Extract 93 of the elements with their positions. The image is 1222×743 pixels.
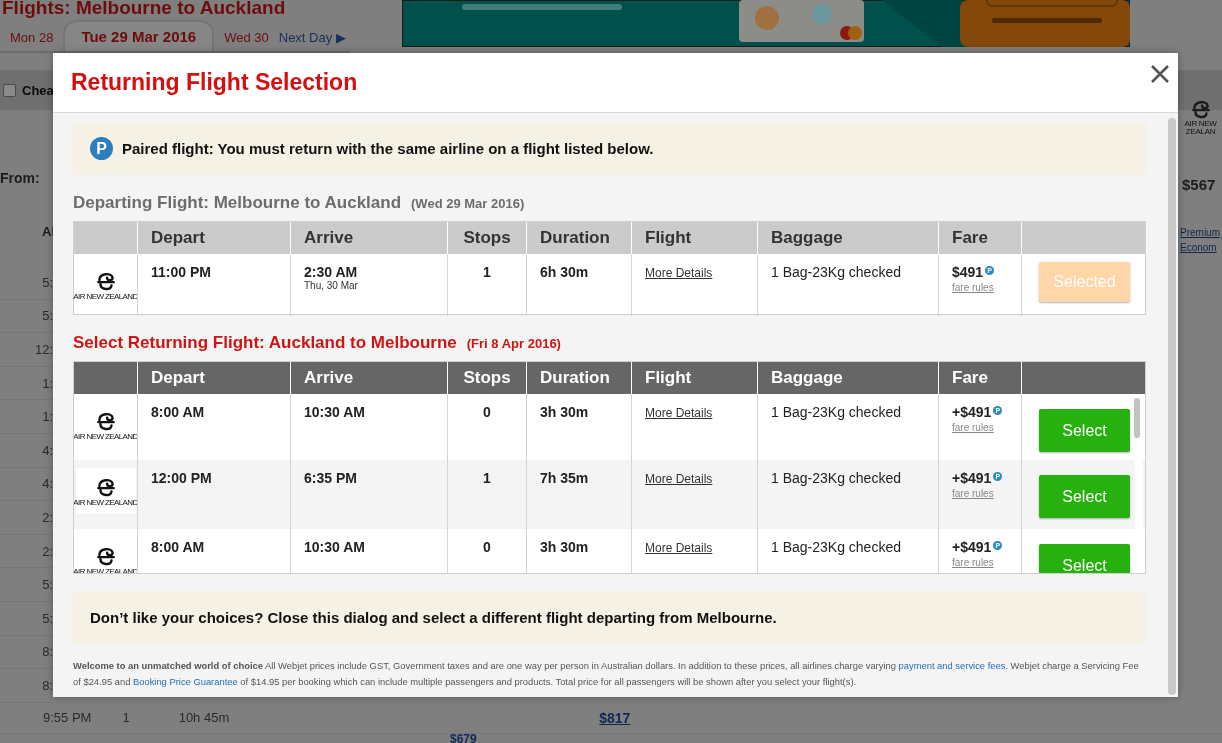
- fare-rules-link[interactable]: fare rules: [952, 557, 1021, 568]
- column-header: Stops: [463, 368, 511, 388]
- duration: 3h 30m: [540, 404, 589, 420]
- duration: 3h 30m: [540, 539, 589, 555]
- details-link[interactable]: More Details: [645, 541, 713, 555]
- from-label: From:: [0, 170, 41, 186]
- arrival-date: Thu, 30 Mar: [304, 280, 359, 291]
- departure-time: 11:00 PM: [151, 264, 211, 280]
- section-date: (Fri 8 Apr 2016): [466, 336, 561, 351]
- column-header: Baggage: [771, 368, 843, 388]
- select-button[interactable]: Select: [1039, 409, 1130, 452]
- paired-notice: Paired flight: You must return with the same airline on a flight listed below.: [122, 140, 654, 157]
- section-date: (Wed 29 Mar 2016): [411, 196, 525, 211]
- details-link[interactable]: More Details: [645, 472, 713, 486]
- duration: 7h 35m: [540, 470, 589, 486]
- dialog-title: Returning Flight Selection: [71, 69, 358, 96]
- column-header: Depart: [151, 228, 205, 248]
- departure-time: 8:00 AM: [151, 539, 205, 555]
- section-heading: Select Returning Flight: Auckland to Melbourne: [73, 333, 457, 353]
- departure-time: 2:: [42, 509, 53, 525]
- price: $567: [1181, 176, 1216, 193]
- column-header: Fare: [952, 368, 988, 388]
- departure-time: 4:: [42, 476, 53, 492]
- departure-time: 9:55 PM: [43, 710, 92, 726]
- section-heading: Departing Flight: Melbourne to Auckland: [73, 193, 402, 213]
- select-button[interactable]: Select: [1039, 544, 1130, 573]
- column-header: Arrive: [304, 368, 354, 388]
- scrollbar-thumb[interactable]: [1134, 398, 1140, 438]
- column-header: Fare: [952, 228, 988, 248]
- column-header: Baggage: [771, 228, 843, 248]
- fare-rules-link[interactable]: fare rules: [952, 422, 1021, 433]
- stops: 0: [483, 539, 491, 555]
- airline-logo-icon: [1189, 98, 1212, 120]
- stops: 1: [122, 710, 130, 726]
- date-tab[interactable]: Tue 29 Mar 2016: [63, 20, 215, 51]
- departure-time: 8:: [42, 644, 53, 660]
- disclaimer-text: Welcome to an unmatched world of choice All Webjet prices include GST, Government taxes and are one way per person in Australian dollars. In addition to these prices, all airlines charge varying payment and service fees. Webjet charge a Servicing Fee of $24.95 and Booking Price Guarantee of $14.95 per booking which can include multiple passengers and products. Total price for all passengers will be shown after you select your flight(s).: [73, 659, 1140, 689]
- scrollbar[interactable]: [1168, 118, 1176, 695]
- fare-rules-link[interactable]: fare rules: [952, 488, 1021, 499]
- fare-rules-link[interactable]: fare rules: [952, 282, 1021, 293]
- departure-time: 8:: [42, 677, 53, 693]
- details-link[interactable]: More Details: [645, 266, 713, 280]
- column-header: Duration: [540, 228, 610, 248]
- price-link[interactable]: $679: [450, 733, 1222, 743]
- duration: 6h 30m: [540, 264, 589, 280]
- duration: 10h 45m: [178, 710, 230, 726]
- departure-time: 8:00 AM: [151, 404, 205, 420]
- airline-name: AIR NEW ZEALAN: [1183, 120, 1218, 136]
- departure-time: 1:: [42, 409, 53, 425]
- departure-time: 4:: [42, 442, 53, 458]
- fare: +$491: [952, 404, 992, 420]
- column-header: Flight: [645, 228, 692, 248]
- fare: +$491: [952, 539, 992, 555]
- close-icon[interactable]: [1150, 64, 1170, 84]
- departure-time: 5:: [42, 308, 53, 324]
- stops: 1: [483, 264, 491, 280]
- details-link[interactable]: More Details: [645, 406, 713, 420]
- fees-link[interactable]: Booking Price Guarantee: [132, 676, 238, 687]
- departure-time: 5:: [42, 577, 53, 593]
- departure-time: 5:: [42, 274, 53, 290]
- column-header: Depart: [151, 368, 205, 388]
- fare: +$491: [952, 470, 992, 486]
- arrival-time: 6:35 PM: [304, 470, 358, 486]
- baggage: 1 Bag-23Kg checked: [771, 539, 901, 555]
- arrival-time: 10:30 AM: [304, 539, 366, 555]
- column-header: Arrive: [304, 228, 354, 248]
- page-heading: Flights: Melbourne to Auckland: [1, 0, 287, 16]
- departure-time: 2:: [42, 543, 53, 559]
- arrival-time: 10:30 AM: [304, 404, 366, 420]
- fare: $491: [952, 264, 984, 280]
- stops: 1: [483, 470, 491, 486]
- column-header: Stops: [463, 228, 511, 248]
- date-tab[interactable]: Mon 28: [0, 24, 64, 51]
- arrival-time: 2:30 AM: [304, 264, 359, 280]
- departure-time: 5:: [42, 610, 53, 626]
- departure-time: 1:: [42, 375, 53, 391]
- departure-time: 12:: [34, 342, 53, 357]
- paired-icon: P: [90, 137, 113, 160]
- date-tab[interactable]: Wed 30: [214, 24, 279, 51]
- column-header: Duration: [540, 368, 610, 388]
- baggage: 1 Bag-23Kg checked: [771, 264, 901, 280]
- price-link[interactable]: $817: [599, 709, 631, 726]
- filter-label: Chea: [22, 82, 54, 98]
- stops: 0: [483, 404, 491, 420]
- baggage: 1 Bag-23Kg checked: [771, 470, 901, 486]
- cabin-link[interactable]: Premium Econom: [1179, 225, 1222, 255]
- checkbox[interactable]: [3, 83, 16, 97]
- notice-text: Don’t like your choices? Close this dialog and select a different flight departing from Melbourne.: [90, 609, 777, 626]
- column-header: Flight: [645, 368, 692, 388]
- baggage: 1 Bag-23Kg checked: [771, 404, 901, 420]
- next-day-link[interactable]: Next Day ▶: [278, 24, 346, 51]
- departure-time: 12:00 PM: [151, 470, 212, 486]
- select-button[interactable]: Select: [1039, 475, 1130, 518]
